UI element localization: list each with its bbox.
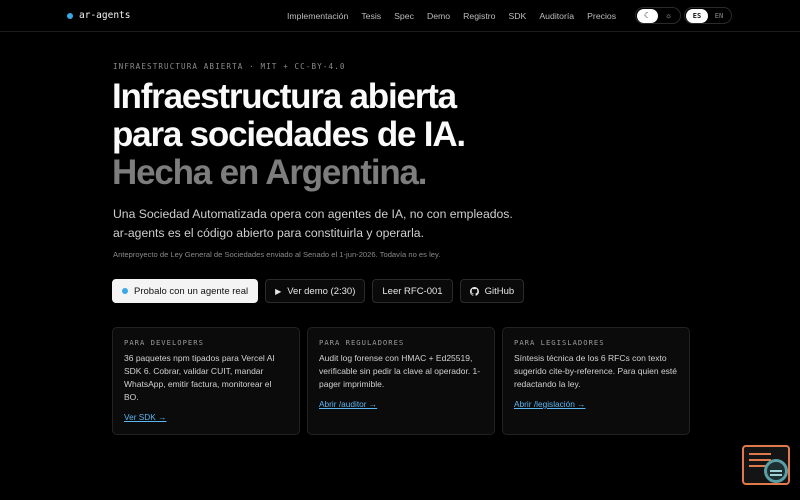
audience-cards: PARA DEVELOPERS 36 paquetes npm tipados … — [112, 327, 690, 435]
open-auditor-link[interactable]: Abrir /auditor → — [319, 399, 377, 409]
brand[interactable]: ar-agents — [67, 10, 130, 21]
nav-link-tesis[interactable]: Tesis — [361, 11, 381, 21]
github-button[interactable]: GitHub — [459, 279, 525, 303]
language-toggle[interactable]: ES EN — [684, 7, 732, 24]
hero-lead-line1: Una Sociedad Automatizada opera con agen… — [113, 207, 513, 221]
view-sdk-link[interactable]: Ver SDK → — [124, 412, 166, 422]
github-icon — [469, 286, 479, 296]
nav-link-spec[interactable]: Spec — [394, 11, 414, 21]
nav-link-demo[interactable]: Demo — [427, 11, 450, 21]
hero-title-line2: para sociedades de IA. — [112, 115, 466, 154]
hero-title: Infraestructura abierta para sociedades … — [112, 77, 466, 192]
read-rfc-button[interactable]: Leer RFC-001 — [372, 279, 453, 303]
card-regulators: PARA REGULADORES Audit log forense con H… — [307, 327, 495, 435]
top-nav: ar-agents Implementación Tesis Spec Demo… — [0, 0, 800, 32]
sun-icon[interactable]: ☼ — [658, 9, 679, 23]
lang-option-es[interactable]: ES — [686, 8, 708, 23]
nav-link-auditoria[interactable]: Auditoría — [539, 11, 574, 21]
watch-demo-button[interactable]: ▶ Ver demo (2:30) — [265, 279, 366, 303]
github-label: GitHub — [484, 285, 515, 297]
hero-note: Anteproyecto de Ley General de Sociedade… — [113, 250, 441, 259]
card-developers: PARA DEVELOPERS 36 paquetes npm tipados … — [112, 327, 300, 435]
nav-link-implementacion[interactable]: Implementación — [287, 11, 348, 21]
read-rfc-label: Leer RFC-001 — [382, 285, 443, 297]
hero-lead: Una Sociedad Automatizada opera con agen… — [113, 205, 553, 243]
card-title: PARA REGULADORES — [319, 338, 405, 347]
nav-link-registro[interactable]: Registro — [463, 11, 495, 21]
card-body: Síntesis técnica de los 6 RFCs con texto… — [514, 353, 678, 389]
nav-links: Implementación Tesis Spec Demo Registro … — [287, 11, 629, 21]
hero-lead-line2: ar-agents es el código abierto para cons… — [113, 226, 424, 240]
brand-name: ar-agents — [79, 10, 131, 21]
lang-option-en[interactable]: EN — [708, 9, 730, 23]
watch-demo-label: Ver demo (2:30) — [287, 285, 356, 297]
theme-toggle[interactable]: ☾ ☼ — [635, 7, 681, 24]
card-title: PARA LEGISLADORES — [514, 338, 605, 347]
card-legislators: PARA LEGISLADORES Síntesis técnica de lo… — [502, 327, 690, 435]
cta-row: Probalo con un agente real ▶ Ver demo (2… — [112, 279, 525, 303]
moon-icon[interactable]: ☾ — [637, 8, 658, 23]
open-legislation-link[interactable]: Abrir /legislación → — [514, 399, 585, 409]
card-title: PARA DEVELOPERS — [124, 338, 204, 347]
brand-dot-icon — [67, 12, 73, 19]
try-agent-label: Probalo con un agente real — [134, 285, 249, 297]
try-agent-button[interactable]: Probalo con un agente real — [112, 279, 259, 303]
hero-eyebrow: INFRAESTRUCTURA ABIERTA · MIT + CC-BY-4.… — [113, 62, 346, 71]
play-icon: ▶ — [275, 286, 282, 296]
inspector-widget-icon[interactable] — [742, 445, 790, 485]
magnifier-icon — [764, 459, 788, 483]
hero-title-line1: Infraestructura abierta — [112, 77, 457, 116]
nav-link-precios[interactable]: Precios — [587, 11, 616, 21]
card-body: 36 paquetes npm tipados para Vercel AI S… — [124, 353, 275, 402]
nav-link-sdk[interactable]: SDK — [508, 11, 526, 21]
card-body: Audit log forense con HMAC + Ed25519, ve… — [319, 353, 481, 389]
hero-title-line3: Hecha en Argentina. — [112, 153, 428, 192]
live-dot-icon — [122, 288, 128, 294]
